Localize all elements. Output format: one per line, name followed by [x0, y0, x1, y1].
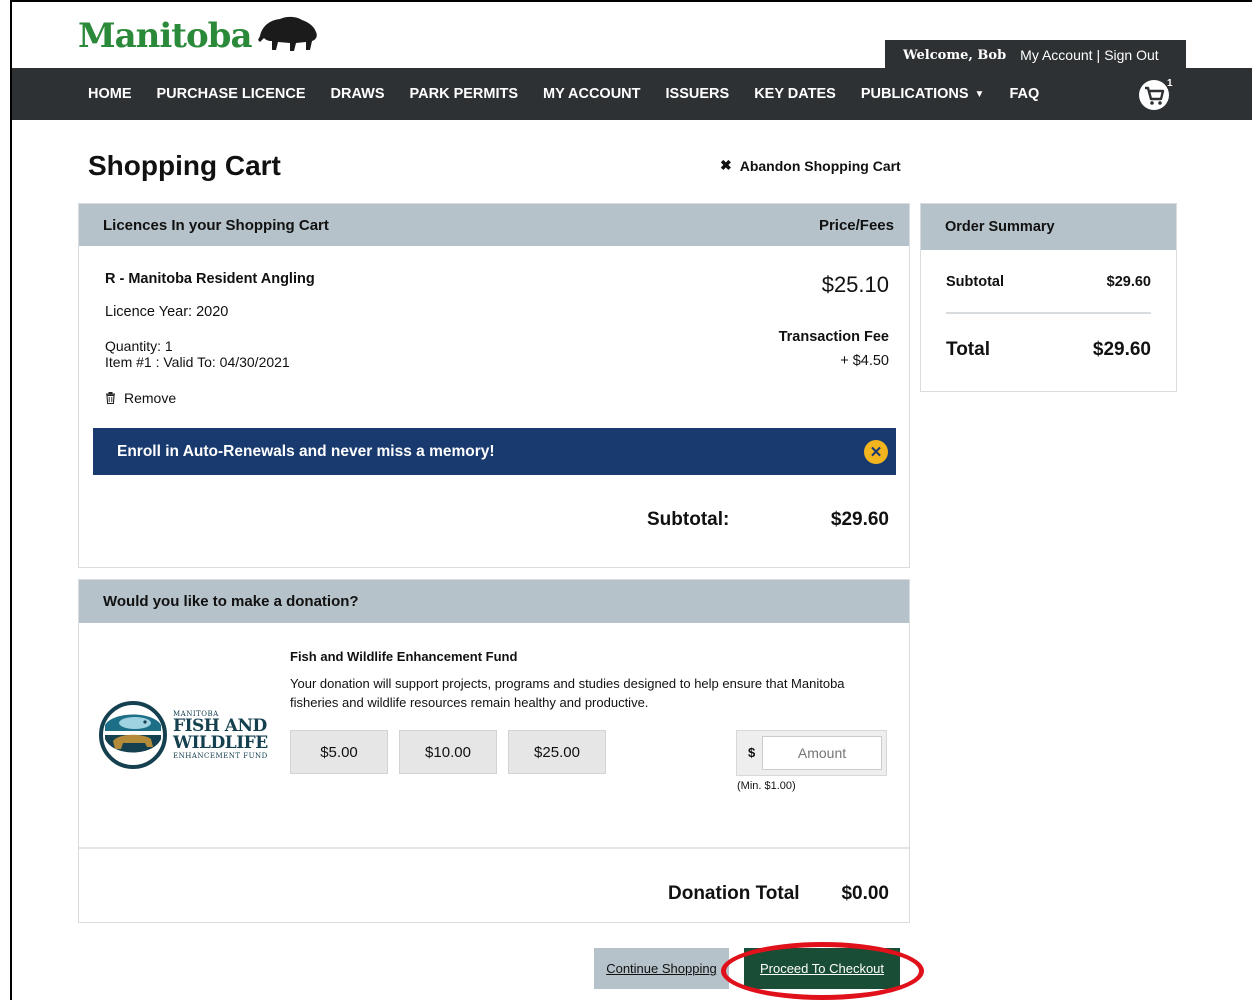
auto-renewal-banner[interactable]: Enroll in Auto-Renewals and never miss a… [93, 428, 896, 475]
fund-title: Fish and Wildlife Enhancement Fund [290, 649, 518, 664]
licence-details: Quantity: 1 Item #1 : Valid To: 04/30/20… [105, 338, 290, 370]
page-title: Shopping Cart [88, 150, 281, 181]
custom-amount-input[interactable] [762, 736, 882, 770]
nav-home[interactable]: HOME [88, 86, 132, 102]
proceed-to-checkout-button[interactable]: Proceed To Checkout [744, 948, 900, 989]
donation-panel: Would you like to make a donation? MANIT… [78, 579, 910, 923]
chevron-down-icon: ▼ [974, 88, 985, 100]
order-summary-panel: Order Summary Subtotal $29.60 Total $29.… [920, 203, 1177, 392]
summary-total-label: Total [946, 339, 990, 360]
close-icon: ✖ [720, 157, 732, 173]
summary-total-value: $29.60 [1092, 339, 1151, 360]
nav-publications-label: PUBLICATIONS [860, 86, 969, 102]
manitoba-logo[interactable]: Manitoba [78, 16, 320, 56]
licence-valid-to: Item #1 : Valid To: 04/30/2021 [105, 354, 290, 370]
main-nav: HOME PURCHASE LICENCE DRAWS PARK PERMITS… [12, 68, 1252, 120]
cart-panel: Licences In your Shopping Cart Price/Fee… [78, 203, 910, 568]
nav-issuers[interactable]: ISSUERS [666, 86, 730, 102]
close-banner-icon[interactable]: ✕ [864, 440, 888, 464]
cart-header-title: Licences In your Shopping Cart [103, 216, 329, 234]
donation-body: MANITOBA FISH AND WILDLIFE ENHANCEMENT F… [79, 623, 909, 849]
nav-publications[interactable]: PUBLICATIONS ▼ [861, 86, 985, 102]
nav-faq[interactable]: FAQ [1009, 86, 1039, 102]
cart-panel-header: Licences In your Shopping Cart Price/Fee… [79, 204, 909, 246]
welcome-text: Welcome, Bob [903, 47, 1007, 63]
logo-text: Manitoba [78, 16, 252, 56]
transaction-fee-label: Transaction Fee [778, 329, 889, 345]
licence-quantity: Quantity: 1 [105, 338, 173, 354]
summary-divider [946, 312, 1151, 314]
continue-shopping-button[interactable]: Continue Shopping [594, 948, 729, 989]
summary-subtotal-row: Subtotal $29.60 [946, 274, 1151, 290]
custom-amount-group: $ [736, 730, 887, 776]
licence-name: R - Manitoba Resident Angling [105, 271, 315, 287]
donate-10-button[interactable]: $10.00 [399, 730, 497, 774]
donation-total-value: $0.00 [841, 883, 889, 904]
nav-draws[interactable]: DRAWS [331, 86, 385, 102]
min-amount-note: (Min. $1.00) [737, 780, 796, 792]
cart-icon[interactable]: 1 [1138, 77, 1174, 111]
donate-5-button[interactable]: $5.00 [290, 730, 388, 774]
abandon-cart-label: Abandon Shopping Cart [739, 157, 901, 174]
currency-symbol: $ [748, 745, 756, 760]
cart-subtotal-value: $29.60 [830, 509, 889, 530]
account-separator: | [1096, 47, 1101, 63]
my-account-link[interactable]: My Account [1020, 47, 1092, 63]
licence-price: $25.10 [821, 272, 889, 297]
donation-total-label: Donation Total [668, 883, 800, 904]
fund-logo-text: MANITOBA FISH AND WILDLIFE ENHANCEMENT F… [173, 709, 268, 760]
summary-subtotal-label: Subtotal [946, 274, 1004, 290]
donation-header: Would you like to make a donation? [79, 580, 909, 623]
auto-renewal-text: Enroll in Auto-Renewals and never miss a… [117, 442, 495, 460]
fund-logo: MANITOBA FISH AND WILDLIFE ENHANCEMENT F… [99, 701, 268, 769]
fund-emblem-icon [99, 701, 167, 769]
abandon-cart-link[interactable]: ✖ Abandon Shopping Cart [720, 157, 901, 174]
bison-icon [257, 16, 317, 51]
order-summary-header: Order Summary [921, 204, 1176, 250]
nav-park-permits[interactable]: PARK PERMITS [410, 86, 519, 102]
donate-25-button[interactable]: $25.00 [508, 730, 606, 774]
remove-label: Remove [124, 390, 177, 406]
transaction-fee-value: + $4.50 [840, 353, 889, 369]
account-bar: Welcome, Bob My Account | Sign Out [885, 40, 1186, 70]
nav-key-dates[interactable]: KEY DATES [754, 86, 836, 102]
summary-subtotal-value: $29.60 [1106, 274, 1151, 290]
summary-total-row: Total $29.60 [946, 339, 1151, 361]
sign-out-link[interactable]: Sign Out [1104, 47, 1158, 63]
licence-year: Licence Year: 2020 [105, 304, 229, 320]
trash-icon [106, 392, 115, 404]
cart-subtotal-label: Subtotal: [647, 509, 730, 530]
cart-count: 1 [1167, 78, 1173, 89]
price-fees-header: Price/Fees [818, 216, 894, 234]
nav-purchase-licence[interactable]: PURCHASE LICENCE [157, 86, 306, 102]
nav-my-account[interactable]: MY ACCOUNT [543, 86, 640, 102]
remove-item-button[interactable]: Remove [105, 390, 176, 406]
fund-description: Your donation will support projects, pro… [290, 676, 845, 710]
